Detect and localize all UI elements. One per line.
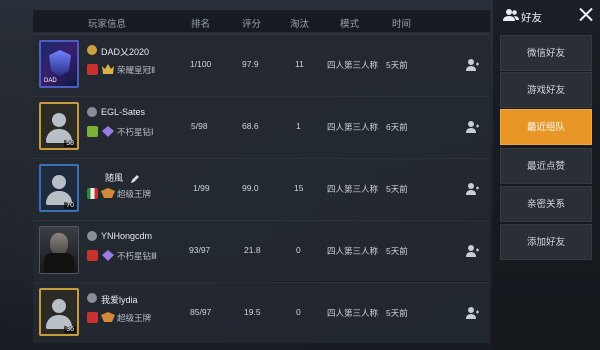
flag-icon [87,188,98,199]
time-value: 5天前 [386,184,408,194]
mode-value: 四人第三人称 [327,184,379,194]
avatar-torso [44,253,74,273]
edit-icon [130,171,140,183]
avatar[interactable]: 58 [39,102,79,150]
rank-value: 1/100 [190,59,212,69]
avatar[interactable]: 70 [39,164,79,212]
rank-badge-icon [87,45,97,55]
time-value: 5天前 [386,308,408,318]
mode-value: 四人第三人称 [327,122,379,132]
menu-item-recent-likes[interactable]: 最近点赞 [500,148,592,184]
recent-team-table: 玩家信息 排名 评分 淘汰 模式 时间 DAD DAD乂2020 荣耀皇冠Ⅱ 1… [33,10,490,350]
sidebar-title: 好友 [521,12,542,24]
tier-name: 超级王牌 [117,189,152,199]
table-row[interactable]: 58 EGL-Sates 不朽星钻Ⅰ 5/98 68.6 1 四人第三人称 6天… [33,96,490,157]
avatar-head [52,175,66,189]
score-value: 68.6 [242,121,259,131]
add-friend-icon[interactable] [465,244,479,258]
mode-value: 四人第三人称 [327,246,379,256]
avatar-head [52,113,66,127]
table-row[interactable]: YNHongcdm 不朽星钻Ⅲ 93/97 21.8 0 四人第三人称 5天前 [33,220,490,281]
player-name: EGL-Sates [101,107,146,117]
avatar[interactable]: 36 [39,288,79,336]
menu-item-game-friends[interactable]: 游戏好友 [500,72,592,108]
header-score: 评分 [242,19,262,30]
elim-value: 0 [296,245,301,255]
tier-name: 超级王牌 [117,313,152,323]
tier-icon [101,312,115,323]
score-value: 21.8 [244,245,261,255]
tier-name: 不朽星钻Ⅲ [117,251,157,261]
rank-badge-icon [87,293,97,303]
tier-icon [101,64,115,75]
time-value: 5天前 [386,60,408,70]
table-row[interactable]: DAD DAD乂2020 荣耀皇冠Ⅱ 1/100 97.9 11 四人第三人称 … [33,34,490,95]
rank-value: 5/98 [191,121,208,131]
tier-name: 荣耀皇冠Ⅱ [117,65,156,75]
add-friend-icon[interactable] [465,120,479,134]
menu-item-recent-team[interactable]: 最近组队 [500,109,592,145]
avatar-face [50,233,68,255]
rank-value: 1/99 [193,183,210,193]
table-row[interactable]: 70 随風 超级王牌 1/99 99.0 15 四人第三人称 5天前 [33,158,490,219]
tier-name: 不朽星钻Ⅰ [117,127,154,137]
menu-item-close-relations[interactable]: 亲密关系 [500,186,592,222]
avatar[interactable]: DAD [39,40,79,88]
tier-icon [101,188,115,199]
tier-icon [101,250,115,261]
rank-badge-icon [87,107,97,117]
flag-icon [87,312,98,323]
avatar-head [52,299,66,313]
time-value: 5天前 [386,246,408,256]
flag-icon [87,126,98,137]
score-value: 97.9 [242,59,259,69]
avatar-tag: DAD [44,78,57,84]
table-row[interactable]: 36 我爱lydia 超级王牌 85/97 19.5 0 四人第三人称 5天前 [33,282,490,343]
close-icon[interactable] [578,6,594,22]
score-value: 99.0 [242,183,259,193]
player-name: DAD乂2020 [101,47,150,57]
header-mode: 模式 [340,19,360,30]
menu-item-add-friend[interactable]: 添加好友 [500,224,592,260]
table-header: 玩家信息 排名 评分 淘汰 模式 时间 [33,10,490,32]
tier-icon [101,126,115,137]
player-name: 我爱lydia [101,295,138,305]
menu-item-wechat-friends[interactable]: 微信好友 [500,35,592,71]
flag-icon [87,250,98,261]
header-player-info: 玩家信息 [88,19,127,30]
header-time: 时间 [392,19,412,30]
rank-value: 93/97 [189,245,211,255]
header-rank: 排名 [191,19,211,30]
player-name: YNHongcdm [101,231,153,241]
rank-badge-icon [87,231,97,241]
add-friend-icon[interactable] [465,182,479,196]
header-eliminated: 淘汰 [290,19,310,30]
sidebar-header: 好友 [493,0,600,30]
time-value: 6天前 [386,122,408,132]
friends-icon [503,8,519,22]
add-friend-icon[interactable] [465,306,479,320]
elim-value: 15 [294,183,304,193]
score-value: 19.5 [244,307,261,317]
avatar-level: 36 [64,326,76,333]
avatar-level: 58 [64,140,76,147]
avatar[interactable] [39,226,79,274]
flag-icon [87,64,98,75]
mode-value: 四人第三人称 [327,60,379,70]
elim-value: 0 [296,307,301,317]
rank-value: 85/97 [190,307,212,317]
add-friend-icon[interactable] [465,58,479,72]
friends-sidebar: 好友 微信好友 游戏好友 最近组队 最近点赞 亲密关系 添加好友 [493,0,600,350]
crest-emblem-icon [49,50,71,76]
elim-value: 1 [296,121,301,131]
player-name: 随風 [105,173,124,183]
mode-value: 四人第三人称 [327,308,379,318]
elim-value: 11 [295,59,304,69]
avatar-level: 70 [64,202,76,209]
